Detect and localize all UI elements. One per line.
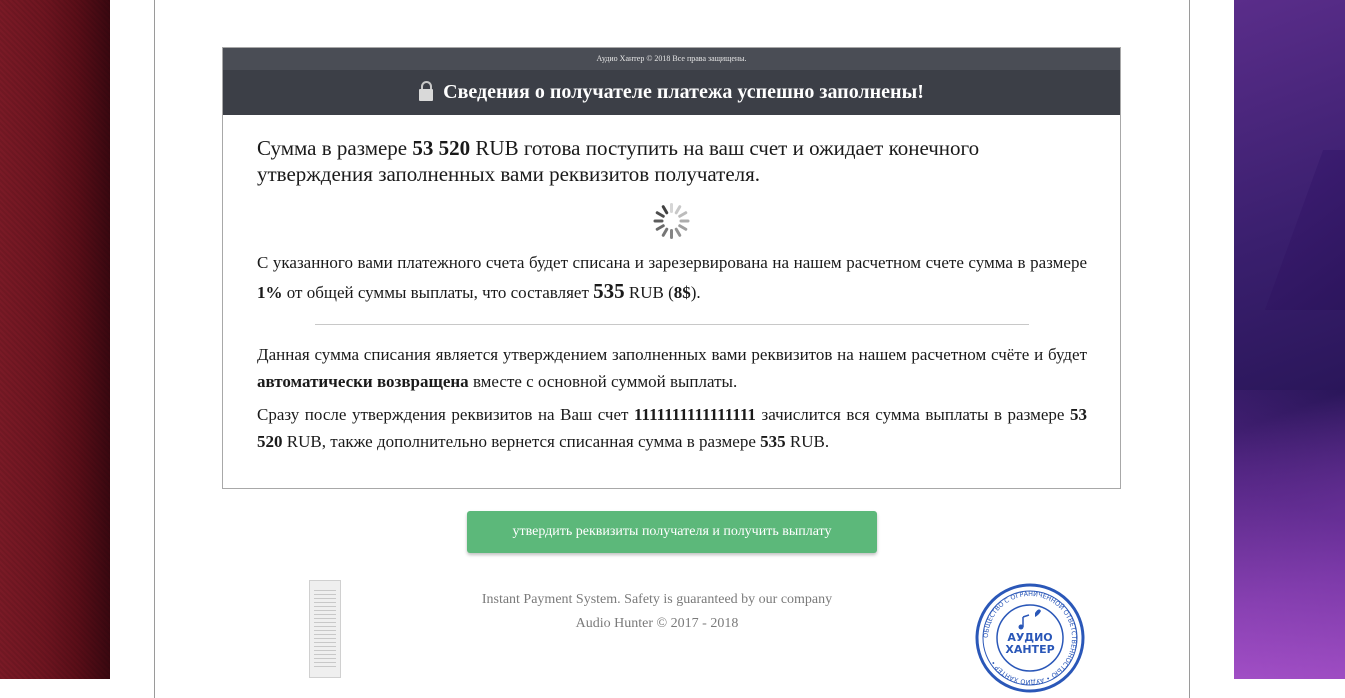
spinner-tick (661, 227, 669, 238)
refund-paragraph: Данная сумма списания является утвержден… (257, 341, 1087, 395)
fee-rub: RUB ( (624, 283, 674, 302)
refund-bold: автоматически возвращена (257, 372, 469, 391)
background-left (0, 0, 110, 679)
payout-paragraph: Сразу после утверждения реквизитов на Ва… (257, 401, 1087, 455)
copyright-strip: Аудио Хантер © 2018 Все права защищены. (223, 48, 1120, 70)
fee-percent: 1% (257, 283, 283, 302)
card-title-text: Сведения о получателе платежа успешно за… (443, 81, 924, 103)
company-stamp-icon: ОБЩЕСТВО С ОГРАНИЧЕННОЙ ОТВЕТСТВЕННОСТЬЮ… (975, 583, 1085, 693)
payout-mid2: RUB, также дополнительно вернется списан… (282, 432, 761, 451)
card-header: Аудио Хантер © 2018 Все права защищены. … (223, 48, 1120, 115)
lead-pre: Сумма в размере (257, 136, 413, 160)
lock-icon (419, 81, 434, 101)
svg-text:ХАНТЕР: ХАНТЕР (1005, 643, 1054, 656)
divider (315, 324, 1029, 325)
fee-usd: 8$ (673, 283, 691, 302)
card-title: Сведения о получателе платежа успешно за… (223, 70, 1120, 115)
fee-pre: С указанного вами платежного счета будет… (257, 253, 1087, 272)
footer: Instant Payment System. Safety is guaran… (380, 588, 934, 636)
spinner-tick (670, 229, 673, 239)
spinner-tick (677, 223, 688, 232)
spinner-tick (677, 210, 688, 219)
card-content: Сумма в размере 53 520 RUB готова поступ… (223, 135, 1120, 455)
fee-paragraph: С указанного вами платежного счета будет… (257, 249, 1087, 307)
refund-post: вместе с основной суммой выплаты. (468, 372, 738, 391)
payout-end: RUB. (785, 432, 830, 451)
spinner-tick (679, 219, 690, 223)
receipt-image (309, 580, 341, 678)
spinner-tick (653, 219, 664, 223)
fee-amount: 535 (593, 279, 625, 303)
payout-fee: 535 (760, 432, 786, 451)
footer-line-1: Instant Payment System. Safety is guaran… (481, 592, 833, 607)
footer-line-2: Audio Hunter © 2017 - 2018 (575, 616, 739, 631)
lead-text: Сумма в размере 53 520 RUB готова поступ… (257, 135, 1087, 187)
background-right (1234, 0, 1345, 679)
fee-mid: от общей суммы выплаты, что составляет (282, 283, 594, 302)
loading-spinner-icon (652, 201, 692, 241)
spinner-tick (674, 227, 682, 238)
lead-amount: 53 520 (412, 136, 471, 160)
payment-info-card: Аудио Хантер © 2018 Все права защищены. … (222, 47, 1121, 489)
confirm-payout-button[interactable]: утвердить реквизиты получателя и получит… (467, 511, 877, 553)
fee-end: ). (690, 283, 701, 302)
refund-pre: Данная сумма списания является утвержден… (257, 345, 1087, 364)
payout-pre: Сразу после утверждения реквизитов на Ва… (257, 405, 634, 424)
payout-mid: зачислится вся сумма выплаты в размере (755, 405, 1070, 424)
spinner-tick (670, 203, 673, 213)
payout-account: 1111111111111111 (634, 405, 756, 424)
